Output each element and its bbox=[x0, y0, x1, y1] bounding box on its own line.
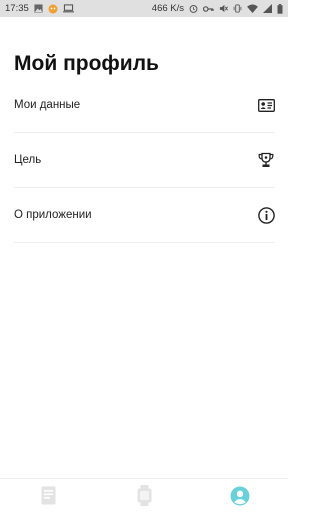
page-title: Мой профиль bbox=[14, 52, 159, 75]
laptop-icon bbox=[62, 4, 74, 13]
menu-item-label: Цель bbox=[14, 154, 42, 166]
battery-icon bbox=[277, 3, 283, 14]
vibrate-icon bbox=[233, 4, 242, 13]
status-bar: 17:35 466 K/s bbox=[0, 0, 288, 17]
status-time: 17:35 bbox=[5, 3, 29, 14]
status-bar-left: 17:35 bbox=[5, 3, 74, 14]
info-icon bbox=[257, 206, 275, 224]
id-card-icon bbox=[257, 96, 275, 114]
tab-profile[interactable] bbox=[192, 479, 288, 512]
tab-device[interactable] bbox=[96, 479, 192, 512]
mute-icon bbox=[219, 4, 228, 13]
menu-item-label: О приложении bbox=[14, 209, 92, 221]
profile-menu: Мои данные Цель О приложении bbox=[14, 78, 275, 243]
tab-documents[interactable] bbox=[0, 479, 96, 512]
menu-item-goal[interactable]: Цель bbox=[14, 133, 275, 188]
menu-item-label: Мои данные bbox=[14, 99, 81, 111]
watch-icon bbox=[137, 485, 152, 506]
signal-icon bbox=[263, 4, 272, 13]
gallery-icon bbox=[34, 4, 43, 13]
trophy-icon bbox=[257, 151, 275, 169]
wifi-icon bbox=[247, 4, 258, 13]
key-icon bbox=[203, 5, 214, 13]
menu-item-about-app[interactable]: О приложении bbox=[14, 188, 275, 243]
network-speed: 466 K/s bbox=[151, 3, 184, 14]
bottom-navigation bbox=[0, 478, 288, 512]
menu-item-my-data[interactable]: Мои данные bbox=[14, 78, 275, 133]
profile-icon bbox=[230, 486, 250, 506]
status-bar-right: 466 K/s bbox=[152, 3, 283, 14]
alarm-icon bbox=[189, 4, 198, 13]
document-icon bbox=[41, 486, 56, 505]
notification-icon bbox=[48, 4, 58, 14]
